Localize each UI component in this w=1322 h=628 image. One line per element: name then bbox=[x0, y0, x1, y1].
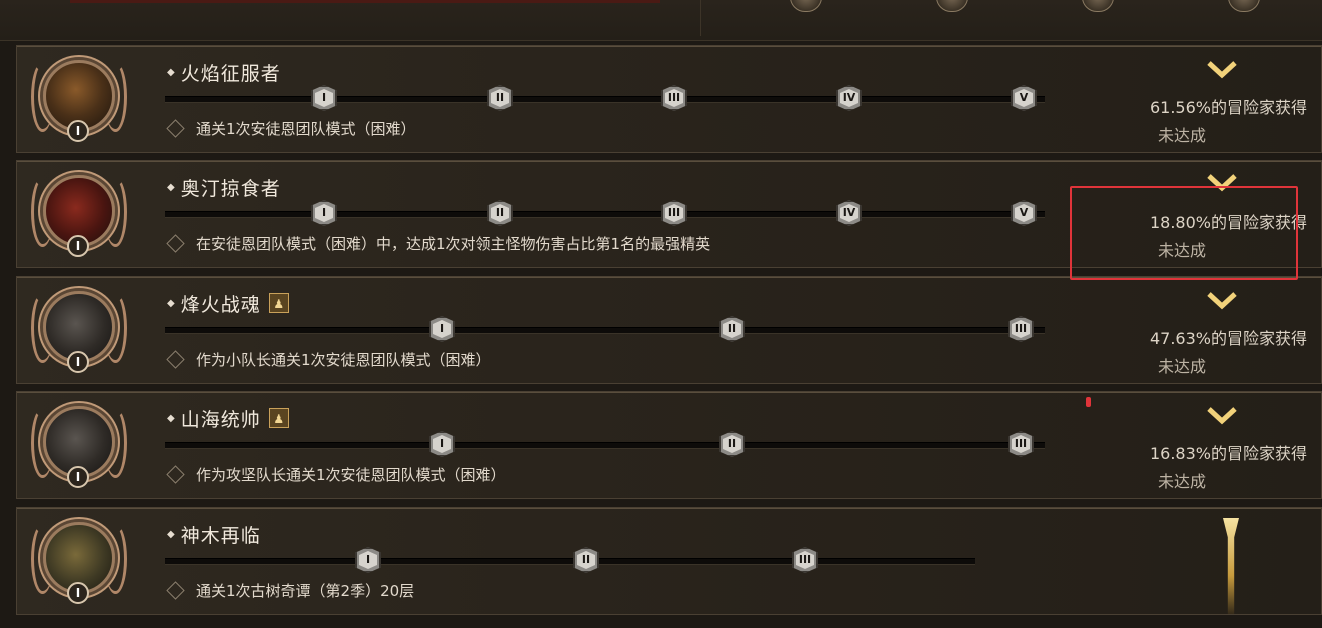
achievement-card[interactable]: I ◆ 神木再临 I II III 通关1次古树奇谭（第2季）20层 bbox=[16, 507, 1322, 615]
obtained-percent: 47.63%的冒险家获得 bbox=[1149, 329, 1307, 348]
partial-medal-icon bbox=[1228, 0, 1260, 12]
chevron-down-icon[interactable] bbox=[1207, 406, 1237, 430]
tier-node[interactable]: V bbox=[1011, 85, 1037, 111]
achievement-description: 作为攻坚队长通关1次安徒恩团队模式（困难） bbox=[196, 465, 506, 484]
tier-node[interactable]: II bbox=[719, 316, 745, 342]
tier-node[interactable]: III bbox=[1008, 431, 1034, 457]
bullet-icon: ◆ bbox=[167, 412, 175, 424]
tier-badge: I bbox=[67, 235, 89, 257]
medal-icon: I bbox=[31, 169, 127, 261]
tier-node[interactable]: II bbox=[487, 85, 513, 111]
leader-icon: ♟ bbox=[268, 408, 289, 428]
partial-medal-icon bbox=[936, 0, 968, 12]
partial-medal-icon bbox=[1082, 0, 1114, 12]
tier-node[interactable]: II bbox=[719, 431, 745, 457]
status-text: 未达成 bbox=[1157, 126, 1206, 145]
divider bbox=[700, 0, 701, 36]
status-text: 未达成 bbox=[1157, 472, 1206, 491]
tier-badge: I bbox=[67, 351, 89, 373]
tier-progress-track: I II III bbox=[165, 431, 1045, 457]
achievement-title: 烽火战魂 bbox=[180, 293, 261, 316]
obtained-percent: 16.83%的冒险家获得 bbox=[1149, 444, 1307, 463]
medal-icon: I bbox=[31, 54, 127, 146]
status-text: 未达成 bbox=[1157, 357, 1206, 376]
achievement-title: 火焰征服者 bbox=[180, 62, 281, 85]
achievement-card[interactable]: I ◆ 烽火战魂 ♟ I II III 作为小队长通关1次安徒恩团队模式（困难）… bbox=[16, 276, 1322, 384]
bullet-icon: ◆ bbox=[167, 297, 175, 309]
achievement-card[interactable]: I ◆ 山海统帅 ♟ I II III 作为攻坚队长通关1次安徒恩团队模式（困难… bbox=[16, 391, 1322, 499]
tier-progress-track: I II III bbox=[165, 316, 1045, 342]
tier-badge: I bbox=[67, 582, 89, 604]
diamond-icon bbox=[166, 464, 185, 484]
diamond-icon bbox=[166, 233, 185, 253]
tier-node[interactable]: II bbox=[487, 200, 513, 226]
card-border bbox=[17, 392, 1321, 393]
achievement-description: 在安徒恩团队模式（困难）中，达成1次对领主怪物伤害占比第1名的最强精英 bbox=[196, 234, 711, 253]
card-border bbox=[17, 161, 1321, 162]
partial-medal-icon bbox=[790, 0, 822, 12]
chevron-down-icon[interactable] bbox=[1207, 60, 1237, 84]
tier-node[interactable]: III bbox=[661, 85, 687, 111]
leader-icon: ♟ bbox=[268, 293, 289, 313]
diamond-icon bbox=[166, 349, 185, 369]
obtained-percent: 61.56%的冒险家获得 bbox=[1149, 98, 1307, 117]
tier-node[interactable]: II bbox=[573, 547, 599, 573]
tier-node[interactable]: I bbox=[429, 431, 455, 457]
card-border bbox=[17, 46, 1321, 47]
tier-node[interactable]: III bbox=[661, 200, 687, 226]
annotation-mark bbox=[1086, 397, 1091, 407]
tier-progress-track: I II III IV V bbox=[165, 200, 1045, 226]
bullet-icon: ◆ bbox=[167, 528, 175, 540]
achievement-title: 奥汀掠食者 bbox=[180, 177, 281, 200]
tier-badge: I bbox=[67, 120, 89, 142]
medal-icon: I bbox=[31, 285, 127, 377]
diamond-icon bbox=[166, 118, 185, 138]
top-progress-remnant bbox=[70, 0, 660, 3]
achievement-description: 作为小队长通关1次安徒恩团队模式（困难） bbox=[196, 350, 491, 369]
tier-node[interactable]: III bbox=[792, 547, 818, 573]
medal-icon: I bbox=[31, 516, 127, 608]
tier-node[interactable]: V bbox=[1011, 200, 1037, 226]
top-partial-card bbox=[0, 0, 1322, 41]
card-border bbox=[17, 508, 1321, 509]
diamond-icon bbox=[166, 580, 185, 600]
tier-node[interactable]: III bbox=[1008, 316, 1034, 342]
chevron-down-icon[interactable] bbox=[1207, 291, 1237, 315]
achievement-description: 通关1次古树奇谭（第2季）20层 bbox=[196, 581, 415, 600]
tier-node[interactable]: IV bbox=[836, 85, 862, 111]
bullet-icon: ◆ bbox=[167, 181, 175, 193]
tier-badge: I bbox=[67, 466, 89, 488]
annotation-highlight-box bbox=[1070, 186, 1298, 280]
achievement-description: 通关1次安徒恩团队模式（困难） bbox=[196, 119, 416, 138]
tier-progress-track: I II III bbox=[165, 547, 975, 573]
tier-node[interactable]: I bbox=[355, 547, 381, 573]
tier-node[interactable]: I bbox=[429, 316, 455, 342]
tier-node[interactable]: IV bbox=[836, 200, 862, 226]
glow-arrow-icon bbox=[1223, 518, 1239, 614]
tier-progress-track: I II III IV V bbox=[165, 85, 1045, 111]
achievement-title: 神木再临 bbox=[180, 524, 261, 547]
tier-node[interactable]: I bbox=[311, 200, 337, 226]
tier-node[interactable]: I bbox=[311, 85, 337, 111]
achievement-card[interactable]: I ◆ 火焰征服者 I II III IV V 通关1次安徒恩团队模式（困难） … bbox=[16, 45, 1322, 153]
achievement-title: 山海统帅 bbox=[180, 408, 261, 431]
medal-icon: I bbox=[31, 400, 127, 492]
bullet-icon: ◆ bbox=[167, 66, 175, 78]
